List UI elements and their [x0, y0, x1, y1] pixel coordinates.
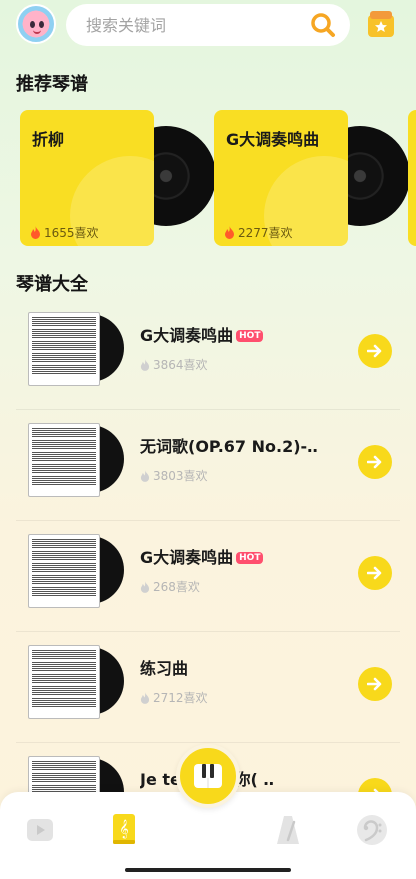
avatar-eye: [39, 21, 44, 28]
search-input[interactable]: [86, 15, 296, 35]
sheet-music-thumbnail: [28, 534, 100, 608]
home-indicator: [125, 868, 291, 872]
bass-clef-tab-icon: [357, 815, 387, 845]
arrow-right-icon: [367, 344, 382, 358]
score-title-line: G大调奏鸣曲 HOT: [140, 322, 264, 346]
recommended-carousel[interactable]: 折柳 1655喜欢 G大调奏鸣曲 2277喜欢: [20, 110, 416, 250]
recommended-card[interactable]: [408, 110, 416, 246]
search-icon[interactable]: [310, 12, 336, 38]
score-likes-count: 2712喜欢: [153, 691, 208, 705]
tab-scores[interactable]: 𝄞: [106, 812, 142, 848]
score-likes-count: 3803喜欢: [153, 469, 208, 483]
hot-badge: HOT: [236, 330, 264, 342]
score-likes: 3803喜欢: [140, 467, 208, 484]
score-likes-count: 268喜欢: [153, 580, 200, 594]
divider: [16, 631, 400, 632]
list-item[interactable]: 无词歌(OP.67 No.2)-‥ 3803喜欢: [0, 411, 416, 521]
recommended-card[interactable]: G大调奏鸣曲 2277喜欢: [214, 110, 410, 246]
fire-icon: [140, 691, 150, 704]
sheet-music-thumbnail: [28, 645, 100, 719]
score-likes: 2712喜欢: [140, 689, 208, 706]
svg-text:𝄞: 𝄞: [119, 819, 128, 839]
fire-icon: [140, 469, 150, 482]
score-likes: 3864喜欢: [140, 356, 208, 373]
card-likes: 2277喜欢: [224, 224, 293, 241]
card-likes: 1655喜欢: [30, 224, 99, 241]
divider: [16, 409, 400, 410]
sheet-music-thumbnail: [28, 312, 100, 386]
open-score-button[interactable]: [358, 445, 392, 479]
list-item[interactable]: G大调奏鸣曲 HOT 268喜欢: [0, 522, 416, 632]
score-title: 练习曲: [140, 659, 189, 678]
tab-metronome[interactable]: [270, 812, 306, 848]
header: [0, 0, 416, 52]
score-likes-count: 3864喜欢: [153, 358, 208, 372]
fire-icon: [140, 580, 150, 593]
recommended-card[interactable]: 折柳 1655喜欢: [20, 110, 216, 246]
open-score-button[interactable]: [358, 667, 392, 701]
arrow-right-icon: [367, 566, 382, 580]
open-score-button[interactable]: [358, 556, 392, 590]
section-title-all: 琴谱大全: [16, 274, 88, 295]
card-title: 折柳: [32, 130, 65, 149]
score-book-tab-icon: 𝄞: [113, 814, 135, 844]
list-item[interactable]: G大调奏鸣曲 HOT 3864喜欢: [0, 300, 416, 410]
divider: [16, 742, 400, 743]
search-bar[interactable]: [66, 4, 350, 46]
score-title-line: 练习曲: [140, 655, 188, 679]
card-title: G大调奏鸣曲: [226, 130, 320, 149]
arrow-right-icon: [367, 677, 382, 691]
card-cover: [408, 110, 416, 246]
arrow-right-icon: [367, 455, 382, 469]
score-title-line: 无词歌(OP.67 No.2)-‥: [140, 433, 318, 457]
score-title-line: G大调奏鸣曲 HOT: [140, 544, 264, 568]
avatar-mouth: [33, 30, 41, 34]
favorites-box-icon[interactable]: [366, 9, 396, 39]
tab-bass[interactable]: [354, 812, 390, 848]
score-title: G大调奏鸣曲: [140, 548, 234, 567]
fire-icon: [31, 226, 40, 239]
card-likes-count: 2277喜欢: [238, 226, 293, 240]
section-title-recommended: 推荐琴谱: [16, 74, 88, 95]
hot-badge: HOT: [236, 552, 264, 564]
tab-video[interactable]: [22, 812, 58, 848]
divider: [16, 520, 400, 521]
metronome-tab-icon: [277, 816, 299, 844]
avatar-eye: [30, 21, 35, 28]
open-score-button[interactable]: [358, 334, 392, 368]
score-title: 无词歌(OP.67 No.2)-‥: [140, 437, 318, 456]
score-title: G大调奏鸣曲: [140, 326, 234, 345]
sheet-music-thumbnail: [28, 423, 100, 497]
piano-keys-icon: [194, 764, 222, 788]
card-likes-count: 1655喜欢: [44, 226, 99, 240]
list-item[interactable]: 练习曲 2712喜欢: [0, 633, 416, 743]
score-likes: 268喜欢: [140, 578, 200, 595]
avatar[interactable]: [16, 4, 56, 44]
practice-center-button[interactable]: [176, 744, 240, 808]
fire-icon: [225, 226, 234, 239]
video-tab-icon: [27, 819, 53, 841]
fire-icon: [140, 358, 150, 371]
